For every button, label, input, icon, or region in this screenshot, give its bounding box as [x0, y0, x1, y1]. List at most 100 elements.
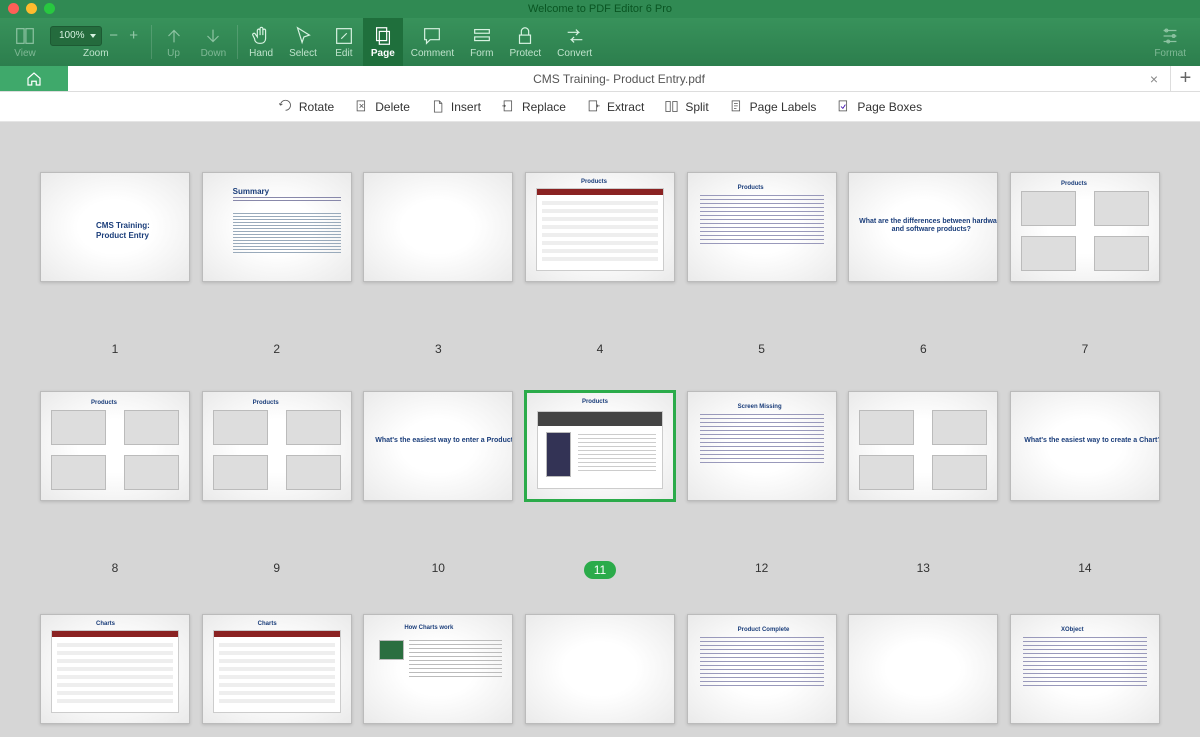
page-thumbnail[interactable]: XObject 21 [1010, 614, 1160, 737]
page-number-label: 5 [758, 342, 765, 356]
thumbnail-image[interactable]: Products [525, 172, 675, 282]
page-icon [372, 25, 394, 47]
document-tab[interactable]: CMS Training- Product Entry.pdf × [68, 66, 1170, 91]
thumbnail-scroll-area[interactable]: CMS Training: Product Entry1Summary 23 P… [0, 122, 1200, 737]
label-icon [729, 99, 744, 114]
thumbnail-image[interactable]: Charts [202, 614, 352, 724]
down-button[interactable]: Down [193, 18, 235, 66]
page-thumbnail[interactable]: Products4 [525, 172, 675, 301]
lock-icon [514, 25, 536, 47]
page-thumbnail[interactable]: What are the differences between hardwar… [848, 172, 998, 301]
form-icon [471, 25, 493, 47]
new-tab-button[interactable]: + [1170, 66, 1200, 91]
thumbnail-image[interactable]: XObject [1010, 614, 1160, 724]
page-number-label: 14 [1078, 561, 1091, 575]
protect-button[interactable]: Protect [501, 18, 549, 66]
zoom-select[interactable]: 100% [50, 26, 102, 46]
edit-button[interactable]: Edit [325, 18, 363, 66]
split-button[interactable]: Split [664, 99, 708, 114]
view-button[interactable]: View [6, 18, 44, 66]
form-button[interactable]: Form [462, 18, 501, 66]
tab-strip: CMS Training- Product Entry.pdf × + [0, 66, 1200, 92]
window-titlebar: Welcome to PDF Editor 6 Pro [0, 0, 1200, 18]
page-number-label: 10 [432, 561, 445, 575]
view-icon [14, 25, 36, 47]
hand-tool-button[interactable]: Hand [241, 18, 281, 66]
thumbnail-image[interactable] [363, 172, 513, 282]
zoom-in-button[interactable]: + [126, 27, 142, 44]
thumbnail-image[interactable] [848, 614, 998, 724]
thumbnail-image[interactable]: Products [40, 391, 190, 501]
page-thumbnail[interactable]: What's the easiest way to enter a Produc… [363, 391, 513, 524]
page-number-label: 3 [435, 342, 442, 356]
thumbnail-image[interactable]: CMS Training: Product Entry [40, 172, 190, 282]
main-toolbar: View 100% − + Zoom Up Down Hand Select [0, 18, 1200, 66]
home-icon [25, 70, 43, 88]
page-thumbnail[interactable]: How Charts work 17 [363, 614, 513, 737]
comment-button[interactable]: Comment [403, 18, 462, 66]
thumbnail-image[interactable]: Products [687, 172, 837, 282]
page-thumbnail[interactable]: 20 [848, 614, 998, 737]
close-tab-button[interactable]: × [1150, 71, 1158, 87]
page-number-label: 12 [755, 561, 768, 575]
page-thumbnail[interactable]: Summary 2 [202, 172, 352, 301]
home-tab[interactable] [0, 66, 68, 91]
cursor-icon [292, 25, 314, 47]
zoom-control: 100% − + Zoom [44, 26, 148, 59]
zoom-window-button[interactable] [44, 3, 55, 14]
minimize-window-button[interactable] [26, 3, 37, 14]
thumbnail-image[interactable]: What's the easiest way to enter a Produc… [363, 391, 513, 501]
rotate-button[interactable]: Rotate [278, 99, 334, 114]
page-thumbnail[interactable]: Charts16 [202, 614, 352, 737]
thumbnail-image[interactable]: Products [202, 391, 352, 501]
format-button[interactable]: Format [1146, 18, 1194, 66]
page-thumbnail[interactable]: 3 [363, 172, 513, 301]
crop-icon [836, 99, 851, 114]
thumbnail-image[interactable] [848, 391, 998, 501]
page-thumbnail[interactable]: Products 5 [687, 172, 837, 301]
page-labels-button[interactable]: Page Labels [729, 99, 817, 114]
close-window-button[interactable] [8, 3, 19, 14]
zoom-label: Zoom [83, 49, 109, 59]
page-thumbnail[interactable]: Product Complete 19 [687, 614, 837, 737]
page-thumbnail[interactable]: 18 [525, 614, 675, 737]
up-button[interactable]: Up [155, 18, 193, 66]
page-thumbnail[interactable]: 13 [848, 391, 998, 524]
thumbnail-image[interactable] [525, 614, 675, 724]
page-boxes-button[interactable]: Page Boxes [836, 99, 922, 114]
thumbnail-image[interactable]: What are the differences between hardwar… [848, 172, 998, 282]
thumbnail-image[interactable]: Products [525, 391, 675, 501]
comment-icon [421, 25, 443, 47]
page-thumbnail[interactable]: Products 9 [202, 391, 352, 524]
thumbnail-image[interactable]: Products [1010, 172, 1160, 282]
page-thumbnail[interactable]: Products 7 [1010, 172, 1160, 301]
split-icon [664, 99, 679, 114]
thumbnail-image[interactable]: How Charts work [363, 614, 513, 724]
thumbnail-image[interactable]: What's the easiest way to create a Chart… [1010, 391, 1160, 501]
page-thumbnail[interactable]: Screen Missing 12 [687, 391, 837, 524]
page-button[interactable]: Page [363, 18, 403, 66]
thumbnail-image[interactable]: Product Complete [687, 614, 837, 724]
replace-button[interactable]: Replace [501, 99, 566, 114]
delete-button[interactable]: Delete [354, 99, 410, 114]
page-thumbnail[interactable]: Products 8 [40, 391, 190, 524]
page-thumbnail[interactable]: What's the easiest way to create a Chart… [1010, 391, 1160, 524]
thumbnail-image[interactable]: Summary [202, 172, 352, 282]
arrow-up-icon [163, 25, 185, 47]
select-tool-button[interactable]: Select [281, 18, 325, 66]
convert-button[interactable]: Convert [549, 18, 600, 66]
thumbnail-image[interactable]: Charts [40, 614, 190, 724]
page-ops-toolbar: Rotate Delete Insert Replace Extract Spl… [0, 92, 1200, 122]
thumbnail-image[interactable]: Screen Missing [687, 391, 837, 501]
page-number-label: 11 [584, 561, 616, 579]
insert-button[interactable]: Insert [430, 99, 481, 114]
page-number-label: 7 [1082, 342, 1089, 356]
replace-icon [501, 99, 516, 114]
page-thumbnail[interactable]: Charts15 [40, 614, 190, 737]
page-number-label: 6 [920, 342, 927, 356]
sliders-icon [1159, 25, 1181, 47]
extract-button[interactable]: Extract [586, 99, 644, 114]
page-thumbnail[interactable]: Products11 [525, 391, 675, 524]
page-thumbnail[interactable]: CMS Training: Product Entry1 [40, 172, 190, 301]
zoom-out-button[interactable]: − [106, 27, 122, 44]
